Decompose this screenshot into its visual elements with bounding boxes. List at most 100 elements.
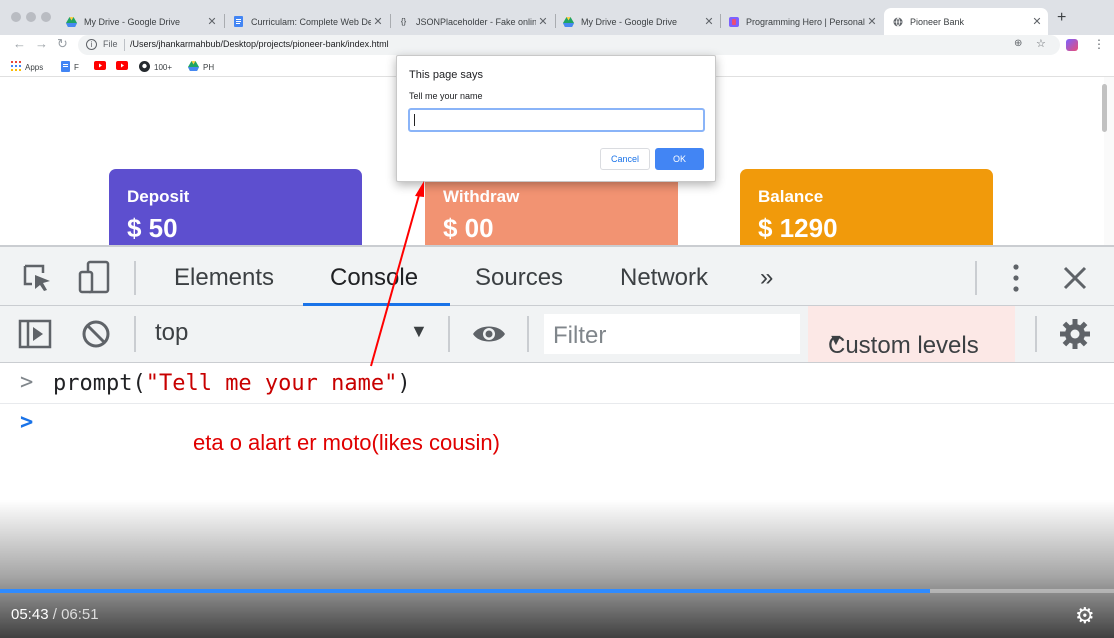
- console-entry: > prompt("Tell me your name"): [0, 363, 1114, 404]
- bookmark-star-icon[interactable]: ☆: [1036, 37, 1046, 50]
- forward-arrow-icon[interactable]: →: [35, 36, 48, 51]
- balance-card: Balance $ 1290: [740, 169, 993, 249]
- close-icon[interactable]: ✕: [205, 15, 219, 28]
- cancel-button[interactable]: Cancel: [600, 148, 650, 170]
- tab-title: My Drive - Google Drive: [84, 16, 181, 27]
- console-settings-gear-icon[interactable]: [1059, 318, 1091, 355]
- time-separator: /: [52, 606, 57, 623]
- bookmark-100plus[interactable]: 100+: [139, 61, 172, 74]
- prompt-dialog: This page says Tell me your name Cancel …: [396, 55, 716, 182]
- google-drive-icon: [66, 16, 77, 27]
- tab-title: Programming Hero | Personal: [746, 16, 865, 27]
- youtube-icon: [116, 61, 128, 72]
- window-minimize-dot[interactable]: [26, 12, 36, 22]
- close-devtools-icon[interactable]: [1063, 266, 1087, 295]
- tab-network[interactable]: Network: [620, 264, 708, 292]
- clear-console-icon[interactable]: [81, 319, 111, 354]
- inspect-element-icon[interactable]: [22, 263, 52, 298]
- window-zoom-dot[interactable]: [41, 12, 51, 22]
- bookmark-youtube-1[interactable]: [94, 61, 110, 72]
- info-icon[interactable]: i: [86, 39, 97, 50]
- address-bar[interactable]: i File /Users/jhankarmahbub/Desktop/proj…: [78, 35, 1060, 55]
- console-filter-input[interactable]: Filter: [544, 314, 800, 354]
- dialog-title: This page says: [409, 69, 483, 81]
- bookmark-youtube-2[interactable]: [116, 61, 132, 72]
- close-icon[interactable]: ✕: [371, 15, 385, 28]
- video-settings-gear-icon[interactable]: ⚙: [1075, 603, 1095, 629]
- close-icon[interactable]: ✕: [865, 15, 879, 28]
- window-close-dot[interactable]: [11, 12, 21, 22]
- browser-tab[interactable]: {} JSONPlaceholder - Fake online ✕: [390, 8, 554, 35]
- browser-tab-active[interactable]: Pioneer Bank ✕: [884, 8, 1048, 35]
- card-amount: $ 1290: [758, 213, 838, 243]
- devtools-menu-kebab-icon[interactable]: [1009, 263, 1023, 298]
- sidebar-toggle-icon[interactable]: [18, 319, 52, 354]
- browser-tab[interactable]: My Drive - Google Drive ✕: [555, 8, 720, 35]
- devtools-tab-bar: Elements Console Sources Network »: [0, 245, 1114, 306]
- youtube-icon: [94, 61, 106, 72]
- ok-button[interactable]: OK: [655, 148, 704, 170]
- text-caret: [414, 114, 415, 126]
- dialog-message: Tell me your name: [409, 91, 483, 101]
- screen: My Drive - Google Drive ✕ Curriculam: Co…: [0, 0, 1114, 638]
- device-toolbar-icon[interactable]: [78, 260, 112, 299]
- filter-placeholder: Filter: [553, 322, 607, 349]
- github-icon: [139, 61, 150, 74]
- browser-toolbar: ← → ↻ i File /Users/jhankarmahbub/Deskto…: [0, 35, 1114, 57]
- annotation-text: eta o alart er moto(likes cousin): [193, 430, 500, 455]
- console-command: prompt("Tell me your name"): [53, 371, 411, 396]
- dialog-input[interactable]: [408, 108, 705, 132]
- deposit-card: Deposit $ 50: [109, 169, 362, 249]
- log-levels-dropdown[interactable]: Custom levels ▼: [808, 306, 1015, 362]
- tab-title: Curriculam: Complete Web Dev: [251, 16, 371, 27]
- video-controls-gradient: [0, 500, 1114, 638]
- tab-console[interactable]: Console: [330, 264, 418, 292]
- tab-title: My Drive - Google Drive: [581, 16, 678, 27]
- browser-tab-strip: My Drive - Google Drive ✕ Curriculam: Co…: [0, 0, 1114, 35]
- close-icon[interactable]: ✕: [702, 15, 716, 28]
- browser-tab[interactable]: Curriculam: Complete Web Dev ✕: [225, 8, 389, 35]
- tab-elements[interactable]: Elements: [174, 264, 274, 292]
- card-label: Deposit: [127, 187, 190, 206]
- close-icon[interactable]: ✕: [536, 15, 550, 28]
- close-icon[interactable]: ✕: [1030, 15, 1044, 28]
- dropdown-arrow-icon: ▼: [828, 332, 844, 349]
- menu-kebab-icon[interactable]: ⋮: [1093, 37, 1105, 51]
- programming-hero-icon: [728, 16, 739, 27]
- google-drive-icon: [188, 61, 199, 73]
- bookmark-ph[interactable]: PH: [188, 61, 214, 73]
- code-brackets-icon: {}: [400, 17, 407, 26]
- video-progress-bar[interactable]: [0, 589, 1114, 593]
- reload-icon[interactable]: ↻: [57, 36, 68, 52]
- tab-sources[interactable]: Sources: [475, 264, 563, 292]
- page-scrollbar-thumb[interactable]: [1102, 84, 1107, 132]
- url-text[interactable]: /Users/jhankarmahbub/Desktop/projects/pi…: [130, 39, 389, 49]
- bookmark-f[interactable]: F: [61, 61, 79, 74]
- scheme-label: File: [103, 39, 118, 49]
- globe-icon: [892, 16, 903, 27]
- browser-tab[interactable]: Programming Hero | Personal ✕: [720, 8, 883, 35]
- live-expression-eye-icon[interactable]: [471, 323, 507, 350]
- chevron-right-icon: >: [20, 370, 34, 395]
- google-docs-icon: [233, 16, 244, 27]
- apps-grid-icon: [11, 61, 21, 73]
- card-label: Withdraw: [443, 187, 520, 206]
- back-arrow-icon[interactable]: ←: [13, 36, 26, 51]
- total-time: 06:51: [61, 606, 99, 623]
- more-tabs-button[interactable]: »: [760, 264, 773, 292]
- tab-title: JSONPlaceholder - Fake online: [416, 16, 536, 27]
- zoom-icon[interactable]: ⊕: [1014, 38, 1022, 49]
- browser-tab[interactable]: My Drive - Google Drive ✕: [58, 8, 223, 35]
- extension-icon[interactable]: [1066, 39, 1078, 51]
- google-drive-icon: [563, 16, 574, 27]
- console-toolbar: top ▼ Filter Custom levels ▼: [0, 306, 1114, 363]
- card-label: Balance: [758, 187, 824, 206]
- bookmark-apps[interactable]: Apps: [11, 61, 43, 73]
- dropdown-arrow-icon[interactable]: ▼: [410, 321, 428, 342]
- console-input-chevron-icon[interactable]: >: [20, 410, 33, 435]
- context-selector[interactable]: top: [155, 319, 188, 347]
- card-amount: $ 00: [443, 213, 494, 243]
- video-timecode: 05:43 / 06:51: [11, 606, 99, 623]
- new-tab-button[interactable]: +: [1057, 9, 1066, 27]
- video-progress-fill: [0, 589, 931, 593]
